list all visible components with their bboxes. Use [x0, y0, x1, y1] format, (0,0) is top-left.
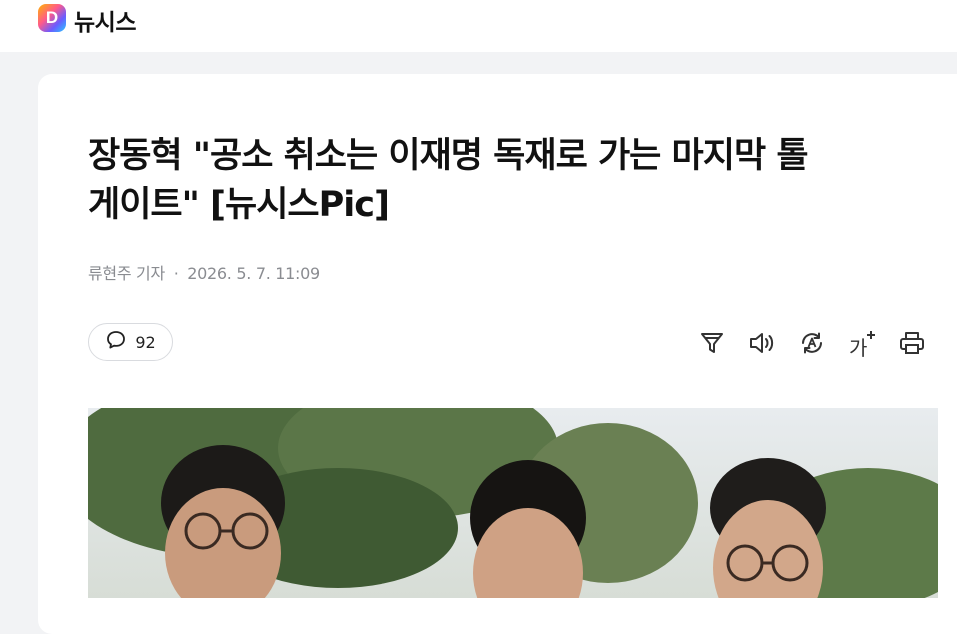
- summary-filter-button[interactable]: [696, 327, 728, 359]
- byline: 류현주 기자 · 2026. 5. 7. 11:09: [88, 260, 320, 284]
- print-button[interactable]: [896, 327, 928, 359]
- article-title-line-1: 장동혁 "공소 취소는 이재명 독재로 가는 마지막 톨: [88, 136, 809, 176]
- brand-name[interactable]: 뉴시스: [74, 3, 136, 37]
- byline-separator: ·: [173, 264, 179, 283]
- translate-icon: [798, 329, 826, 357]
- logo-letter: D: [45, 8, 59, 27]
- comment-bubble-icon: [105, 329, 127, 355]
- comment-count: 92: [135, 332, 156, 352]
- speaker-icon: [748, 330, 776, 356]
- top-bar: D 뉴시스: [0, 0, 957, 52]
- article-toolbar: 가: [696, 327, 928, 360]
- print-icon: [898, 329, 926, 357]
- daum-logo-icon[interactable]: D: [38, 4, 66, 32]
- font-size-icon: 가: [847, 329, 877, 360]
- read-aloud-button[interactable]: [746, 327, 778, 359]
- comments-button[interactable]: 92: [88, 323, 173, 361]
- publish-datetime: 2026. 5. 7. 11:09: [187, 264, 320, 283]
- article-title-line-2: 게이트" [뉴시스Pic]: [88, 185, 390, 225]
- article-photo[interactable]: [88, 408, 938, 598]
- font-size-button[interactable]: 가: [846, 327, 878, 360]
- translate-button[interactable]: [796, 327, 828, 359]
- filter-icon: [699, 330, 725, 356]
- article-photo-image: [88, 408, 938, 598]
- author-name[interactable]: 류현주 기자: [88, 264, 165, 283]
- article-title: 장동혁 "공소 취소는 이재명 독재로 가는 마지막 톨 게이트" [뉴시스Pi…: [88, 132, 938, 230]
